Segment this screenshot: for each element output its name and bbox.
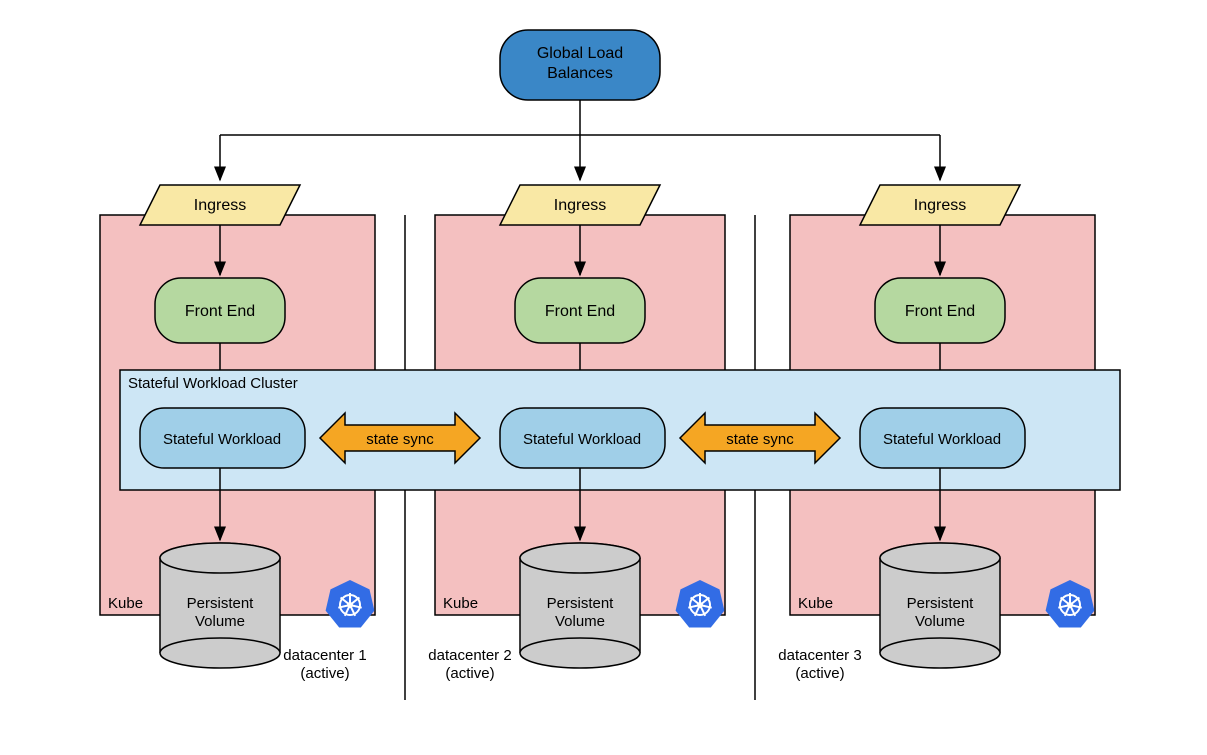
svg-text:Persistent: Persistent [907, 595, 975, 612]
stateful-workload-dc1: Stateful Workload [140, 408, 305, 468]
lb-to-ingress-arrows [220, 100, 940, 180]
svg-text:Global Load: Global Load [537, 45, 623, 62]
dc-label-3b: (active) [795, 665, 844, 682]
svg-text:Persistent: Persistent [187, 595, 255, 612]
kube-label-3: Kube [798, 595, 833, 612]
svg-text:Persistent: Persistent [547, 595, 615, 612]
global-load-balancer-node: Global Load Balances [500, 30, 660, 100]
sw-label-1: Stateful Workload [163, 431, 281, 448]
ingress-label-1: Ingress [194, 197, 246, 214]
kube-label-2: Kube [443, 595, 478, 612]
sw-label-3: Stateful Workload [883, 431, 1001, 448]
ingress-dc1: Ingress [140, 185, 300, 225]
svg-text:Balances: Balances [547, 65, 613, 82]
pv-label-3b: Volume [915, 613, 965, 630]
state-sync-label-2: state sync [726, 431, 794, 448]
global-lb-line2: Balances [547, 65, 613, 82]
svg-text:(active): (active) [445, 665, 494, 682]
svg-text:datacenter 3: datacenter 3 [778, 647, 861, 664]
pv-dc3: Persistent Volume [880, 543, 1000, 668]
svg-text:datacenter 1: datacenter 1 [283, 647, 366, 664]
ingress-dc3: Ingress [860, 185, 1020, 225]
frontend-label-1: Front End [185, 303, 255, 320]
frontend-dc2: Front End [515, 278, 645, 343]
pv-label-1b: Volume [195, 613, 245, 630]
ingress-label-2: Ingress [554, 197, 606, 214]
state-sync-label-1: state sync [366, 431, 434, 448]
sw-label-2: Stateful Workload [523, 431, 641, 448]
stateful-workload-dc2: Stateful Workload [500, 408, 665, 468]
dc-label-1a: datacenter 1 [283, 647, 366, 664]
svg-text:(active): (active) [795, 665, 844, 682]
svg-text:Volume: Volume [195, 613, 245, 630]
ingress-dc2: Ingress [500, 185, 660, 225]
pv-label-2a: Persistent [547, 595, 615, 612]
frontend-dc1: Front End [155, 278, 285, 343]
svg-text:(active): (active) [300, 665, 349, 682]
svg-text:Volume: Volume [915, 613, 965, 630]
dc-label-2a: datacenter 2 [428, 647, 511, 664]
frontend-label-2: Front End [545, 303, 615, 320]
ingress-label-3: Ingress [914, 197, 966, 214]
global-lb-line1: Global Load [537, 45, 623, 62]
dc-label-2b: (active) [445, 665, 494, 682]
svg-text:datacenter 2: datacenter 2 [428, 647, 511, 664]
pv-label-3a: Persistent [907, 595, 975, 612]
frontend-label-3: Front End [905, 303, 975, 320]
architecture-diagram: Global Load Balances Kube Kube Kube Ingr… [0, 0, 1207, 755]
frontend-dc3: Front End [875, 278, 1005, 343]
dc-label-1b: (active) [300, 665, 349, 682]
stateful-cluster-label: Stateful Workload Cluster [128, 375, 298, 392]
pv-dc2: Persistent Volume [520, 543, 640, 668]
pv-dc1: Persistent Volume [160, 543, 280, 668]
pv-label-2b: Volume [555, 613, 605, 630]
pv-label-1a: Persistent [187, 595, 255, 612]
svg-text:Volume: Volume [555, 613, 605, 630]
kube-label-1: Kube [108, 595, 143, 612]
stateful-workload-dc3: Stateful Workload [860, 408, 1025, 468]
dc-label-3a: datacenter 3 [778, 647, 861, 664]
